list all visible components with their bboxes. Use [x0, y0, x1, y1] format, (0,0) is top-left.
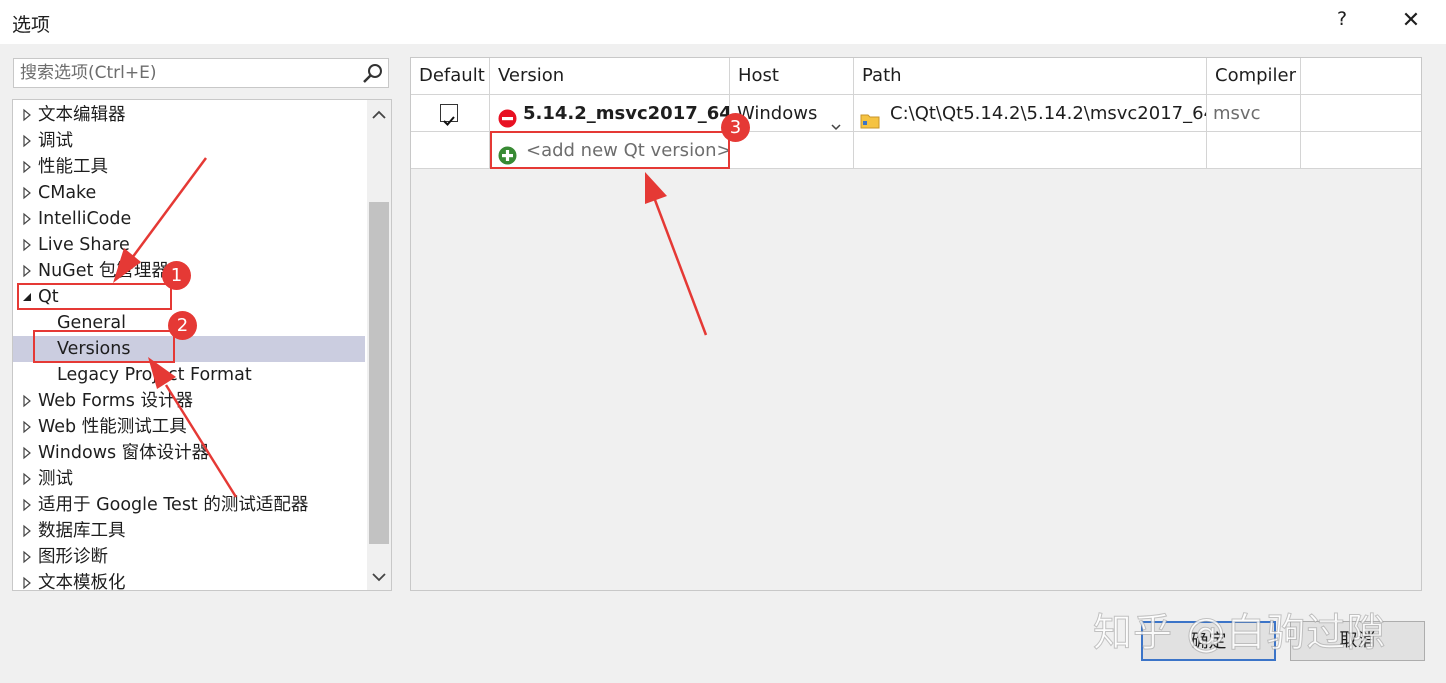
collapsed-triangle-icon[interactable] — [21, 466, 33, 492]
collapsed-triangle-icon[interactable] — [21, 206, 33, 232]
table-row-filler-cell — [1301, 94, 1421, 131]
tree-item-label: IntelliCode — [38, 209, 132, 229]
tree-item-label: 调试 — [38, 131, 73, 151]
tree-item-label: Web Forms 设计器 — [38, 391, 193, 411]
tree-item[interactable]: Qt — [13, 284, 365, 310]
tree-item[interactable]: IntelliCode — [13, 206, 365, 232]
tree-item-label: 测试 — [38, 469, 73, 489]
table-row-compiler-cell: msvc — [1207, 94, 1301, 131]
tree-item[interactable]: 数据库工具 — [13, 518, 365, 544]
step-badge-3: 3 — [721, 113, 750, 142]
tree-item-label: 性能工具 — [38, 157, 108, 177]
close-button[interactable]: ✕ — [1398, 8, 1424, 33]
chevron-down-icon[interactable] — [830, 108, 842, 131]
tree-item-label: 图形诊断 — [38, 547, 108, 567]
tree-item[interactable]: 适用于 Google Test 的测试适配器 — [13, 492, 365, 518]
scroll-up-icon[interactable] — [367, 104, 391, 126]
tree-item-label: Qt — [38, 287, 59, 307]
collapsed-triangle-icon[interactable] — [21, 544, 33, 570]
column-header-filler — [1301, 58, 1421, 94]
add-row-filler-cell — [1301, 131, 1421, 169]
add-version-icon[interactable] — [498, 141, 517, 165]
search-input[interactable] — [20, 62, 360, 84]
add-row-path-cell — [854, 131, 1207, 169]
tree-item[interactable]: 文本模板化 — [13, 570, 365, 591]
tree-item-label: 适用于 Google Test 的测试适配器 — [38, 495, 309, 515]
tree-item[interactable]: Live Share — [13, 232, 365, 258]
scroll-thumb[interactable] — [369, 202, 389, 544]
tree-item-label: Windows 窗体设计器 — [38, 443, 210, 463]
tree-item-label: 数据库工具 — [38, 521, 126, 541]
collapsed-triangle-icon[interactable] — [21, 232, 33, 258]
tree-item[interactable]: Web Forms 设计器 — [13, 388, 365, 414]
collapsed-triangle-icon[interactable] — [21, 180, 33, 206]
column-header-compiler[interactable]: Compiler — [1207, 58, 1301, 94]
tree-item-label: Legacy Project Format — [57, 365, 252, 385]
collapsed-triangle-icon[interactable] — [21, 414, 33, 440]
search-icon[interactable] — [361, 60, 385, 86]
tree-item-label: Live Share — [38, 235, 130, 255]
collapsed-triangle-icon[interactable] — [21, 440, 33, 466]
tree-item-label: 文本编辑器 — [38, 105, 126, 125]
collapsed-triangle-icon[interactable] — [21, 154, 33, 180]
tree-item-label: Versions — [57, 339, 131, 359]
add-row-compiler-cell — [1207, 131, 1301, 169]
window-title: 选项 — [12, 14, 51, 36]
column-header-default[interactable]: Default — [411, 58, 490, 94]
compiler-value: msvc — [1213, 103, 1261, 124]
collapsed-triangle-icon[interactable] — [21, 570, 33, 590]
version-name: 5.14.2_msvc2017_64 — [523, 103, 730, 124]
tree-item[interactable]: Web 性能测试工具 — [13, 414, 365, 440]
collapsed-triangle-icon[interactable] — [21, 258, 33, 284]
collapsed-triangle-icon[interactable] — [21, 518, 33, 544]
tree-item[interactable]: 测试 — [13, 466, 365, 492]
column-header-version[interactable]: Version — [490, 58, 730, 94]
folder-icon[interactable] — [860, 105, 880, 129]
cancel-button[interactable]: 取消 — [1290, 621, 1425, 661]
table-row-path-cell[interactable]: C:\Qt\Qt5.14.2\5.14.2\msvc2017_64 — [854, 94, 1207, 131]
options-tree: 文本编辑器调试性能工具 CMake IntelliCode Live Share NuG… — [12, 99, 392, 591]
tree-item[interactable]: Versions — [13, 336, 365, 362]
search-box — [13, 58, 389, 88]
tree-item-label: 文本模板化 — [38, 573, 126, 591]
step-badge-2: 2 — [168, 311, 197, 340]
path-value: C:\Qt\Qt5.14.2\5.14.2\msvc2017_64 — [890, 103, 1207, 124]
title-bar: 选项 ? ✕ — [0, 0, 1446, 44]
add-row-host-cell — [730, 131, 854, 169]
remove-version-icon[interactable] — [498, 104, 517, 128]
tree-scrollbar[interactable] — [367, 100, 391, 590]
collapsed-triangle-icon[interactable] — [21, 128, 33, 154]
qt-versions-grid: Default Version Host Path Compiler 5.14.… — [410, 57, 1422, 591]
collapsed-triangle-icon[interactable] — [21, 388, 33, 414]
default-checkbox[interactable] — [440, 104, 458, 126]
add-version-label[interactable]: <add new Qt version> — [526, 132, 729, 168]
ok-button[interactable]: 确定 — [1141, 621, 1276, 661]
scroll-down-icon[interactable] — [367, 566, 391, 588]
tree-item[interactable]: 性能工具 — [13, 154, 365, 180]
tree-item-label: General — [57, 313, 126, 333]
column-header-path[interactable]: Path — [854, 58, 1207, 94]
table-row-default-cell — [411, 94, 490, 131]
table-row-version-cell[interactable]: 5.14.2_msvc2017_64 — [490, 94, 730, 131]
add-row-default-cell — [411, 131, 490, 169]
tree-item-label: Web 性能测试工具 — [38, 417, 187, 437]
add-version-row[interactable]: <add new Qt version> — [490, 131, 730, 169]
expanded-triangle-icon[interactable] — [21, 284, 33, 310]
collapsed-triangle-icon[interactable] — [21, 492, 33, 518]
tree-item[interactable]: 调试 — [13, 128, 365, 154]
column-header-host[interactable]: Host — [730, 58, 854, 94]
step-badge-1: 1 — [162, 261, 191, 290]
collapsed-triangle-icon[interactable] — [21, 102, 33, 128]
tree-item[interactable]: Windows 窗体设计器 — [13, 440, 365, 466]
tree-item[interactable]: 图形诊断 — [13, 544, 365, 570]
help-button[interactable]: ? — [1330, 8, 1354, 30]
tree-item[interactable]: 文本编辑器 — [13, 102, 365, 128]
tree-item[interactable]: Legacy Project Format — [13, 362, 365, 388]
tree-item-label: NuGet 包管理器 — [38, 261, 169, 281]
tree-item[interactable]: CMake — [13, 180, 365, 206]
tree-item-label: CMake — [38, 183, 97, 203]
